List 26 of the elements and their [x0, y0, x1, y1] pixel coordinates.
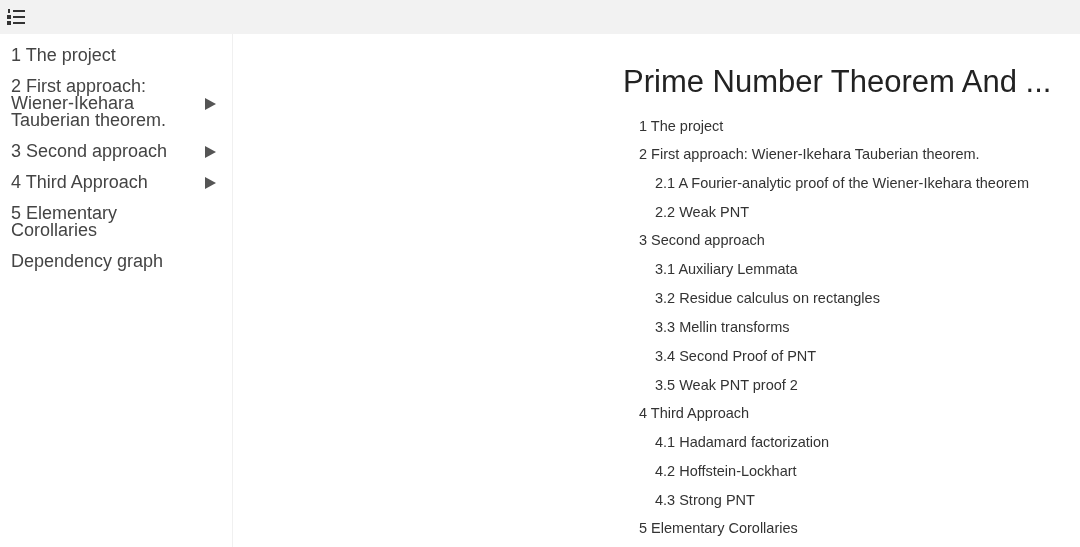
expand-triangle-icon[interactable] [205, 145, 216, 158]
numbered-list-icon[interactable] [6, 8, 26, 26]
toc-link[interactable]: 3.2 Residue calculus on rectangles [655, 289, 880, 308]
toc-link[interactable]: 3 Second approach [639, 231, 765, 250]
sidebar-item[interactable]: 4 Third Approach [0, 167, 232, 198]
sidebar-item[interactable]: 2 First approach: Wiener-Ikehara Tauberian theorem. [0, 71, 232, 136]
toc-link[interactable]: 3.3 Mellin transforms [655, 318, 790, 337]
expand-triangle-icon[interactable] [205, 176, 216, 189]
toc-link[interactable]: 3.1 Auxiliary Lemmata [655, 260, 798, 279]
toc-link[interactable]: 4 Third Approach [639, 404, 750, 423]
toc-link[interactable]: 4.2 Hoffstein-Lockhart [655, 462, 797, 481]
toc-link[interactable]: 2.1 A Fourier-analytic proof of the Wiener-Ikehara theorem [655, 174, 1029, 193]
toc-link[interactable]: 2.2 Weak PNT [655, 203, 750, 222]
toc-link[interactable]: 4.1 Hadamard factorization [655, 433, 830, 452]
page-title: Prime Number Theorem And ... [623, 64, 1053, 100]
toc-link[interactable]: 2 First approach: Wiener-Ikehara Tauberian theorem. [639, 145, 980, 164]
expand-triangle-icon[interactable] [205, 97, 216, 110]
sidebar-item[interactable]: Dependency graph [0, 246, 232, 277]
toc-link[interactable]: 1 The project [639, 117, 724, 136]
toc-link[interactable]: 3.4 Second Proof of PNT [655, 347, 817, 366]
toc-link[interactable]: 5 Elementary Corollaries [639, 519, 798, 538]
sidebar-item[interactable]: 5 Elementary Corollaries [0, 198, 232, 246]
toc-link[interactable]: 4.3 Strong PNT [655, 491, 755, 510]
sidebar-item[interactable]: 1 The project [0, 40, 232, 71]
toc-link[interactable]: 3.5 Weak PNT proof 2 [655, 376, 798, 395]
sidebar-item[interactable]: 3 Second approach [0, 136, 232, 167]
